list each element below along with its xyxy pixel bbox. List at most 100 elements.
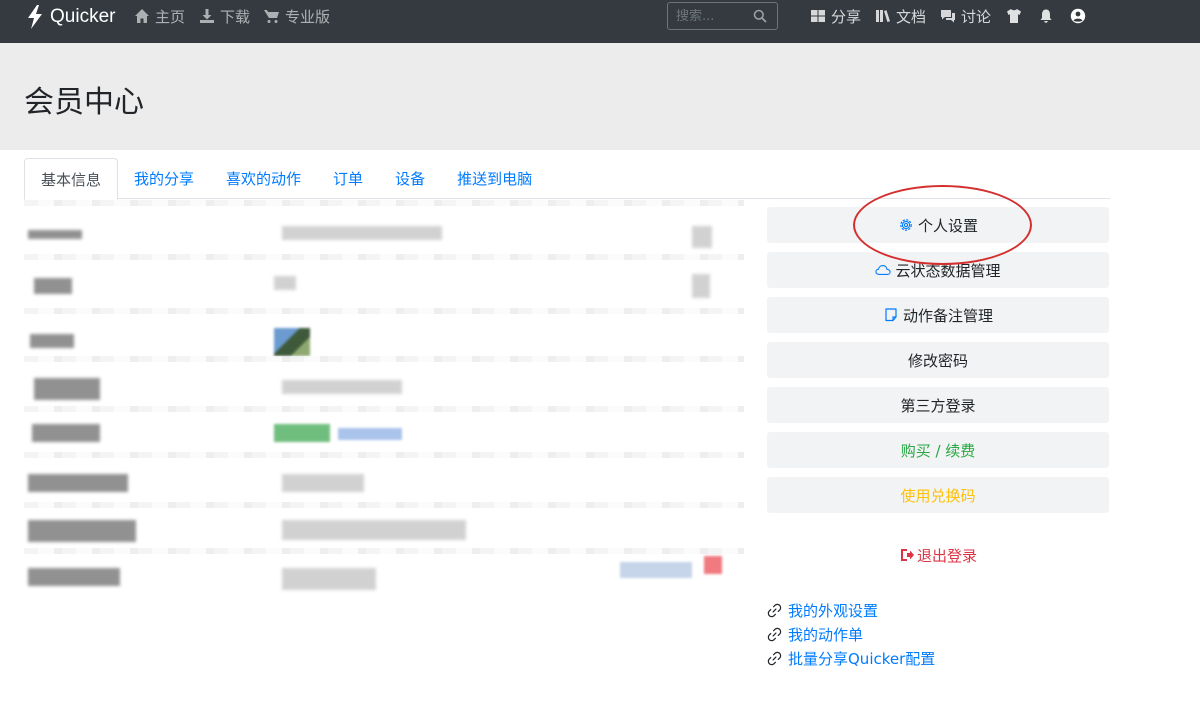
tab-basic-info[interactable]: 基本信息	[24, 158, 119, 200]
nav-left: 主页 下载 专业版	[134, 5, 330, 27]
info-row	[24, 218, 744, 258]
download-icon	[200, 9, 215, 23]
blur-noise	[24, 254, 744, 260]
blur-noise	[24, 548, 744, 554]
search-input[interactable]	[676, 8, 756, 24]
link-icon	[767, 627, 782, 641]
member-tabs: 基本信息 我的分享 喜欢的动作 订单 设备 推送到电脑	[24, 158, 1110, 200]
quick-links: 我的外观设置 我的动作单 批量分享Quicker配置	[767, 598, 935, 670]
action-list-label: 我的动作单	[788, 625, 864, 644]
grid-icon	[811, 10, 825, 22]
personal-settings-button[interactable]: 个人设置	[767, 207, 1109, 243]
cloud-data-button[interactable]: 云状态数据管理	[767, 252, 1109, 288]
appearance-settings-label: 我的外观设置	[788, 601, 879, 620]
nav-discuss-link[interactable]: 讨论	[940, 5, 991, 27]
search-box	[667, 2, 778, 30]
action-notes-label: 动作备注管理	[902, 306, 993, 325]
blurred-value	[282, 520, 466, 540]
tab-devices[interactable]: 设备	[379, 158, 441, 199]
nav-home-link[interactable]: 主页	[134, 5, 185, 27]
blur-noise	[24, 356, 744, 362]
nav-download-link[interactable]: 下载	[199, 5, 250, 27]
blurred-value	[692, 274, 710, 298]
user-circle-icon	[1070, 8, 1086, 24]
logout-button[interactable]: 退出登录	[767, 544, 1109, 566]
blurred-value	[692, 226, 712, 248]
skin-button[interactable]	[1005, 7, 1023, 25]
blur-noise	[24, 502, 744, 508]
buy-renew-button[interactable]: 购买 / 续费	[767, 432, 1109, 468]
batch-share-link[interactable]: 批量分享Quicker配置	[767, 646, 935, 670]
brand-logo[interactable]: Quicker	[26, 4, 115, 30]
blurred-label	[30, 334, 74, 348]
blurred-value	[282, 568, 376, 590]
blurred-link	[338, 428, 402, 440]
tab-liked-actions[interactable]: 喜欢的动作	[210, 158, 317, 199]
sticky-note-icon	[885, 308, 897, 322]
blur-noise	[24, 406, 744, 412]
blurred-badge	[274, 424, 330, 442]
cloud-icon	[875, 265, 892, 275]
tshirt-icon	[1007, 9, 1022, 23]
notifications-button[interactable]	[1037, 7, 1055, 25]
action-list-link[interactable]: 我的动作单	[767, 622, 935, 646]
action-notes-button[interactable]: 动作备注管理	[767, 297, 1109, 333]
bell-icon	[1040, 9, 1052, 23]
redeem-code-button[interactable]: 使用兑换码	[767, 477, 1109, 513]
nav-pro-link[interactable]: 专业版	[264, 5, 330, 27]
gear-icon	[900, 219, 912, 231]
blurred-value	[620, 562, 692, 578]
top-navbar: Quicker 主页 下载 专业版 分享 文档	[0, 0, 1200, 43]
tab-orders[interactable]: 订单	[317, 158, 379, 199]
nav-docs-label: 文档	[896, 7, 927, 26]
nav-download-label: 下载	[220, 7, 251, 26]
info-row	[24, 556, 744, 602]
info-row	[24, 270, 744, 310]
tab-my-shares[interactable]: 我的分享	[118, 158, 210, 199]
blurred-label	[32, 424, 100, 442]
books-icon	[876, 10, 891, 22]
blurred-value	[274, 276, 296, 290]
nav-home-label: 主页	[155, 7, 186, 26]
tab-push-to-pc[interactable]: 推送到电脑	[441, 158, 548, 199]
basic-info-blurred	[24, 200, 744, 610]
user-menu-button[interactable]	[1069, 7, 1087, 25]
cloud-data-label: 云状态数据管理	[895, 261, 1001, 280]
link-icon	[767, 603, 782, 617]
blurred-label	[28, 474, 128, 492]
blur-noise	[24, 200, 744, 206]
nav-docs-link[interactable]: 文档	[875, 5, 926, 27]
blurred-label	[28, 520, 136, 542]
blurred-label	[34, 278, 72, 294]
home-icon	[135, 9, 149, 23]
blurred-label	[28, 230, 82, 239]
nav-right: 分享 文档 讨论	[810, 5, 1087, 27]
appearance-settings-link[interactable]: 我的外观设置	[767, 598, 935, 622]
nav-pro-label: 专业版	[285, 7, 331, 26]
link-icon	[767, 651, 782, 665]
blurred-value	[704, 556, 722, 574]
blur-noise	[24, 452, 744, 458]
brand-name: Quicker	[50, 6, 116, 27]
personal-settings-label: 个人设置	[917, 216, 978, 235]
page-header: 会员中心	[0, 43, 1200, 150]
sign-out-icon	[900, 549, 914, 561]
cart-icon	[264, 10, 280, 23]
blur-noise	[24, 308, 744, 314]
nav-share-label: 分享	[831, 7, 862, 26]
search-icon[interactable]	[753, 9, 767, 23]
blurred-label	[34, 378, 100, 400]
third-party-login-button[interactable]: 第三方登录	[767, 387, 1109, 423]
nav-share-link[interactable]: 分享	[810, 5, 861, 27]
batch-share-label: 批量分享Quicker配置	[788, 649, 936, 668]
comments-icon	[941, 10, 956, 23]
change-password-button[interactable]: 修改密码	[767, 342, 1109, 378]
blurred-avatar	[274, 328, 310, 356]
blurred-label	[28, 568, 120, 586]
lightning-icon	[28, 5, 42, 29]
blurred-value	[282, 380, 402, 394]
nav-discuss-label: 讨论	[961, 7, 992, 26]
logout-label: 退出登录	[916, 546, 977, 565]
blurred-value	[282, 474, 364, 492]
blurred-value	[282, 226, 442, 240]
